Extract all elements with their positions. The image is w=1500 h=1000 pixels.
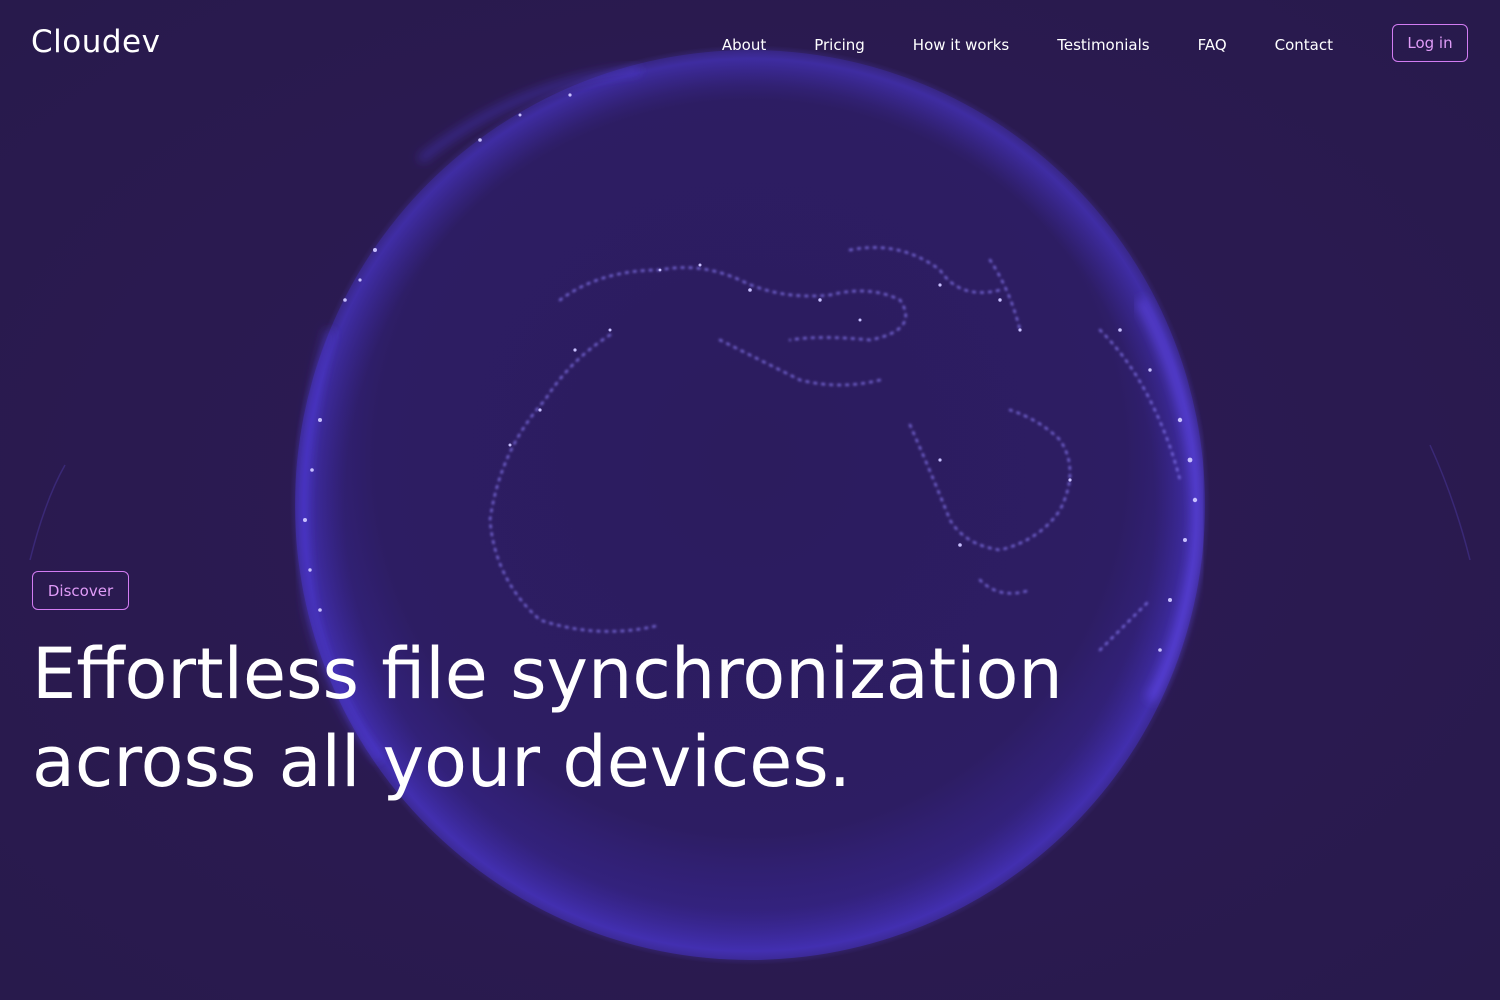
- nav-item-contact[interactable]: Contact: [1275, 36, 1333, 54]
- nav-item-about[interactable]: About: [722, 36, 766, 54]
- hero-headline-line-1: Effortless file synchronization: [32, 633, 1063, 715]
- discover-button[interactable]: Discover: [32, 571, 129, 610]
- nav-item-pricing[interactable]: Pricing: [814, 36, 865, 54]
- login-button[interactable]: Log in: [1392, 24, 1468, 62]
- site-header: Cloudev About Pricing How it works Testi…: [0, 0, 1500, 90]
- hero-headline-line-2: across all your devices.: [32, 721, 851, 803]
- nav-item-testimonials[interactable]: Testimonials: [1057, 36, 1149, 54]
- nav-item-how-it-works[interactable]: How it works: [913, 36, 1009, 54]
- nav-item-faq[interactable]: FAQ: [1198, 36, 1227, 54]
- brand-logo[interactable]: Cloudev: [31, 24, 160, 60]
- hero-headline: Effortless file synchronization across a…: [32, 630, 1132, 806]
- globe-icon: [29, 45, 1471, 965]
- main-nav: About Pricing How it works Testimonials …: [722, 36, 1333, 54]
- landing-page: Cloudev About Pricing How it works Testi…: [0, 0, 1500, 1000]
